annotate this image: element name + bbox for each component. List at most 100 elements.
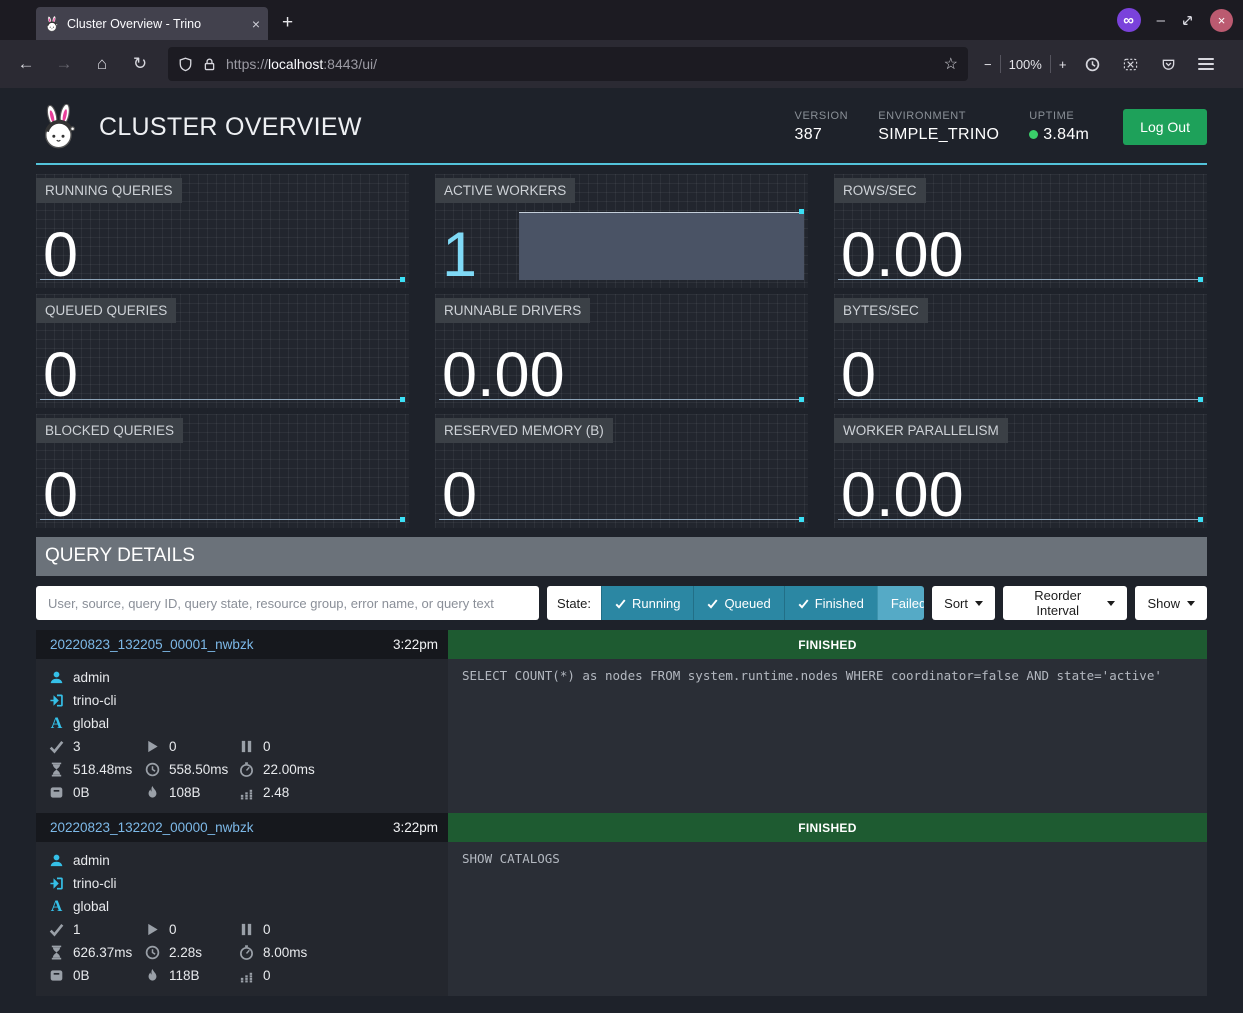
scale-icon [49,785,64,800]
sort-dropdown[interactable]: Sort [932,586,995,620]
cpu-time: 22.00ms [263,758,315,781]
query-resource-group: global [73,712,109,735]
query-time: 3:22pm [393,820,438,835]
minimize-button[interactable]: – [1157,12,1165,29]
stat-card-queued-queries: QUEUED QUERIES 0 [36,294,409,408]
stat-value: 0 [43,226,78,286]
reload-button[interactable]: ↻ [124,49,156,79]
home-button[interactable]: ⌂ [86,49,118,79]
hourglass-icon [49,762,64,777]
state-filter-label: State: [547,586,601,620]
pause-icon [239,739,254,754]
stat-value: 0 [442,466,477,526]
history-button[interactable] [1076,49,1108,79]
query-details-header: QUERY DETAILS [36,537,1207,576]
cumulative-memory: 118B [169,964,200,987]
url-bar[interactable]: https://localhost:8443/ui/ ☆ [168,47,968,81]
check-icon [798,598,809,609]
trino-favicon [44,16,60,32]
stat-value: 0.00 [841,226,964,286]
query-resource-group: global [73,895,109,918]
filter-failed-dropdown[interactable]: Failed [877,586,924,620]
pause-icon [239,922,254,937]
filter-queued-button[interactable]: Queued [693,586,783,620]
zoom-in-button[interactable]: + [1059,57,1067,72]
check-icon [615,598,626,609]
query-detail-panel: admin trino-cli Aglobal 1 0 0 626.37ms 2… [36,842,448,996]
restore-window-icon[interactable] [1181,14,1194,27]
play-icon [145,922,160,937]
url-host: localhost [268,56,323,72]
wall-time: 518.48ms [73,758,132,781]
zoom-out-button[interactable]: − [984,57,992,72]
query-header: 20220823_132205_00001_nwbzk 3:22pm [36,630,448,659]
running-splits: 0 [169,735,177,758]
queued-splits: 0 [263,918,271,941]
flame-icon [145,785,160,800]
flame-icon [145,968,160,983]
lock-icon[interactable] [202,57,217,72]
trino-logo [36,104,82,150]
version-info: VERSION 387 [795,110,849,144]
sparkline-dot [799,517,804,522]
stat-value: 0 [43,466,78,526]
sparkline [439,399,803,401]
pocket-button[interactable] [1152,49,1184,79]
menu-button[interactable] [1190,49,1222,79]
check-icon [707,598,718,609]
back-button[interactable]: ← [10,49,42,79]
query-source: trino-cli [73,689,117,712]
zoom-level[interactable]: 100% [1009,57,1042,72]
logout-button[interactable]: Log Out [1123,109,1207,145]
reorder-interval-dropdown[interactable]: Reorder Interval [1003,586,1127,620]
elapsed-time: 558.50ms [169,758,228,781]
screenshot-button[interactable] [1114,49,1146,79]
chevron-down-icon [1107,601,1115,610]
sparkline-dot [400,277,405,282]
new-tab-button[interactable]: + [282,12,293,40]
separator [1050,55,1051,73]
check-icon [49,922,64,937]
filter-finished-button[interactable]: Finished [784,586,877,620]
elapsed-time: 2.28s [169,941,202,964]
query-search-input[interactable] [36,586,539,620]
sparkline-dot [1198,517,1203,522]
forward-button[interactable]: → [48,49,80,79]
query-status-badge: FINISHED [448,630,1207,659]
query-id-link[interactable]: 20220823_132205_00001_nwbzk [50,637,253,652]
hamburger-icon [1198,58,1214,70]
filter-running-button[interactable]: Running [601,586,693,620]
browser-titlebar: Cluster Overview - Trino × + ∞ – × [0,0,1243,40]
query-user: admin [73,849,110,872]
stat-card-active-workers: ACTIVE WORKERS 1 [435,174,808,288]
stat-card-bytes-sec: BYTES/SEC 0 [834,294,1207,408]
current-memory: 0B [73,781,90,804]
stat-card-blocked-queries: BLOCKED QUERIES 0 [36,414,409,528]
completed-splits: 3 [73,735,81,758]
bookmark-star-icon[interactable]: ☆ [944,54,958,74]
completed-splits: 1 [73,918,81,941]
private-browsing-icon: ∞ [1117,8,1141,32]
hourglass-icon [49,945,64,960]
close-window-button[interactable]: × [1210,9,1233,32]
user-icon [49,670,64,685]
gauge-icon [239,945,254,960]
tab-close-icon[interactable]: × [252,16,260,32]
parallelism: 0 [263,964,271,987]
browser-tab[interactable]: Cluster Overview - Trino × [36,7,268,40]
query-id-link[interactable]: 20220823_132202_00000_nwbzk [50,820,253,835]
resource-group-font-icon: A [49,899,64,914]
bar-chart-icon [239,968,254,983]
source-sign-in-icon [49,876,64,891]
query-time: 3:22pm [393,637,438,652]
stat-card-runnable-drivers: RUNNABLE DRIVERS 0.00 [435,294,808,408]
stat-card-rows-sec: ROWS/SEC 0.00 [834,174,1207,288]
stat-card-reserved-memory: RESERVED MEMORY (B) 0 [435,414,808,528]
browser-toolbar: ← → ⌂ ↻ https://localhost:8443/ui/ ☆ − 1… [0,40,1243,88]
tracking-shield-icon[interactable] [178,57,193,72]
separator [1000,55,1001,73]
user-icon [49,853,64,868]
uptime-info: UPTIME 3.84m [1029,110,1089,144]
url-text: https://localhost:8443/ui/ [226,56,935,72]
show-dropdown[interactable]: Show [1135,586,1207,620]
